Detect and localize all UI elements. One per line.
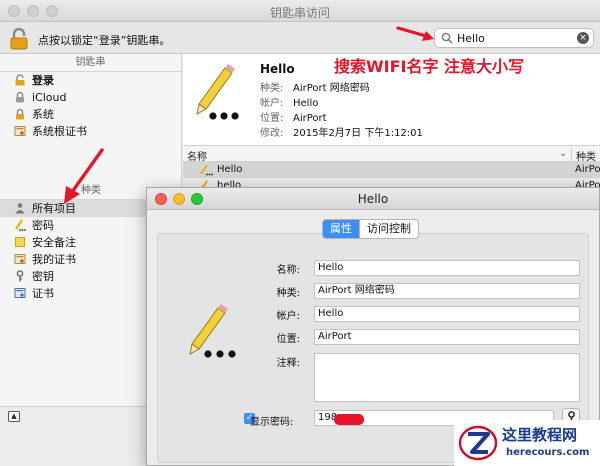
title-bar: 钥匙串访问 — [0, 0, 600, 22]
list-item[interactable]: Hello AirPort — [183, 162, 600, 178]
sidebar-item-label: 系统根证书 — [32, 125, 87, 138]
lock-open-icon[interactable] — [10, 28, 30, 50]
site-logo-icon — [458, 425, 498, 461]
clear-search-icon[interactable]: × — [577, 32, 589, 44]
search-input[interactable]: Hello — [457, 32, 485, 45]
sidebar-toggle-icon[interactable]: ▲ — [8, 411, 20, 422]
watermark-cn: 这里教程网 — [502, 426, 578, 444]
redaction-mark — [334, 414, 364, 425]
key-icon — [16, 270, 24, 282]
pencil-password-icon — [189, 304, 236, 358]
search-field[interactable]: Hello × — [434, 28, 594, 48]
lock-icon — [16, 91, 24, 103]
location-field[interactable]: AirPort — [314, 329, 580, 345]
show-password-label: 显示密码: — [250, 417, 294, 428]
sidebar-item-label: 系统 — [32, 108, 54, 121]
column-header-name[interactable]: 名称 — [187, 148, 207, 163]
arrow-to-search-icon — [396, 26, 434, 41]
detail-row-modified: 修改: 2015年2月7日 下午1:12:01 — [260, 128, 423, 139]
watermark-en: herecours.com — [506, 447, 590, 458]
lock-open-icon — [15, 74, 25, 86]
sidebar-item-login[interactable]: 登录 — [0, 72, 181, 89]
dialog-tab-bar: 属性 访问控制 — [322, 219, 419, 239]
dialog-title: Hello — [357, 192, 389, 206]
list-item-kind: AirPort — [575, 164, 600, 175]
sidebar-item-label: 证书 — [32, 287, 54, 300]
keychains-header: 钥匙串 — [0, 54, 181, 72]
detail-row-account: 帐户: Hello — [260, 98, 319, 109]
sidebar-item-system[interactable]: 系统 — [0, 106, 181, 123]
account-field[interactable]: Hello — [314, 306, 580, 322]
lock-status-text: 点按以锁定“登录”钥匙串。 — [38, 34, 171, 47]
search-icon — [441, 32, 453, 44]
column-header-kind[interactable]: 种类 — [571, 148, 596, 163]
sidebar-item-label: 密码 — [32, 219, 54, 232]
certificate-icon — [14, 288, 26, 298]
certificate-icon — [14, 126, 26, 136]
list-header: 名称 ⌄ 种类 — [183, 146, 600, 163]
certificate-icon — [14, 254, 26, 264]
sidebar-item-label: 我的证书 — [32, 253, 76, 266]
sidebar-item-system-roots[interactable]: 系统根证书 — [0, 123, 181, 140]
pencil-icon — [15, 219, 26, 231]
sort-chevron-icon[interactable]: ⌄ — [559, 148, 567, 159]
toolbar: 点按以锁定“登录”钥匙串。 Hello × — [0, 22, 600, 54]
sidebar-item-label: 密钥 — [32, 270, 54, 283]
lock-icon — [16, 108, 24, 120]
comment-textarea[interactable] — [314, 353, 580, 402]
dialog-title-bar: Hello — [147, 188, 599, 210]
kind-label: 种类: — [276, 288, 300, 299]
annotation-text: 搜索WIFI名字 注意大小写 — [334, 57, 525, 76]
kind-field[interactable]: AirPort 网络密码 — [314, 283, 580, 299]
window-title: 钥匙串访问 — [269, 6, 330, 20]
account-label: 帐户: — [276, 311, 300, 322]
people-icon — [15, 203, 25, 214]
sidebar-item-label: 安全备注 — [32, 236, 76, 249]
pencil-icon — [200, 164, 213, 176]
arrow-to-all-items-icon — [64, 148, 104, 204]
tab-access-control[interactable]: 访问控制 — [359, 220, 418, 238]
name-field[interactable]: Hello — [314, 260, 580, 276]
note-icon — [15, 237, 25, 247]
name-label: 名称: — [276, 265, 300, 276]
sidebar-item-label: 登录 — [32, 74, 54, 87]
location-label: 位置: — [276, 334, 300, 345]
watermark: 这里教程网 herecours.com — [454, 420, 600, 466]
detail-row-location: 位置: AirPort — [260, 113, 327, 124]
pencil-password-icon — [196, 64, 239, 120]
comment-label: 注释: — [276, 358, 300, 369]
detail-row-kind: 种类: AirPort 网络密码 — [260, 83, 370, 94]
sidebar-item-icloud[interactable]: iCloud — [0, 89, 181, 106]
sidebar-item-label: iCloud — [32, 91, 67, 104]
tab-attributes[interactable]: 属性 — [323, 220, 359, 238]
item-name: Hello — [260, 62, 295, 76]
list-item-name: Hello — [217, 164, 243, 175]
